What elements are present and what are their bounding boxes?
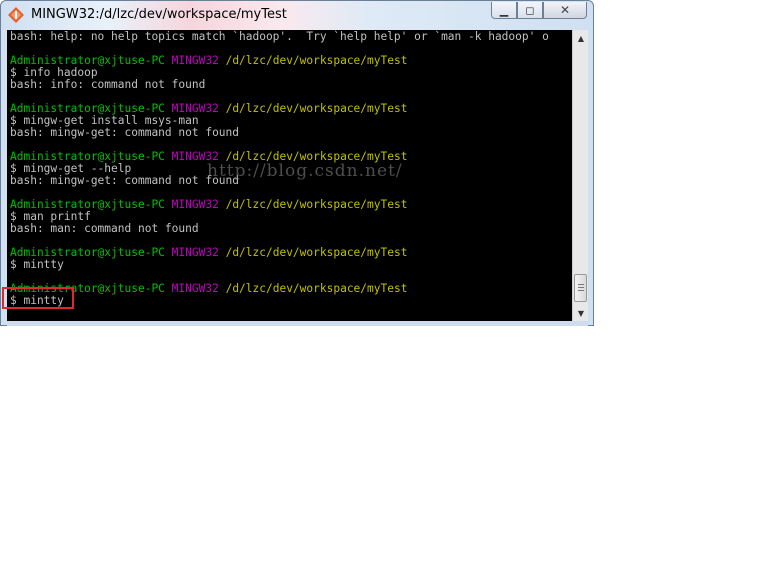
minimize-button[interactable]: ▁ (491, 2, 517, 19)
maximize-icon: ◻ (525, 3, 535, 17)
window-bottom-frame (7, 321, 588, 326)
prompt-host: MINGW32 (171, 198, 219, 211)
scroll-thumb[interactable] (574, 274, 587, 302)
output-line: bash: mingw-get: command not found (10, 126, 240, 139)
vertical-scrollbar[interactable]: ▲ ▼ (572, 30, 588, 321)
prompt-path: /d/lzc/dev/workspace/myTest (225, 198, 408, 211)
watermark: http://blog.csdn.net/ (207, 161, 403, 181)
app-icon[interactable] (7, 6, 25, 24)
prompt-path: /d/lzc/dev/workspace/myTest (225, 102, 408, 115)
prompt-path: /d/lzc/dev/workspace/myTest (225, 282, 408, 295)
maximize-button[interactable]: ◻ (517, 2, 543, 19)
prompt-path: /d/lzc/dev/workspace/myTest (225, 246, 408, 259)
command-line: $ mintty (10, 294, 64, 307)
prompt-host: MINGW32 (171, 54, 219, 67)
prompt-line: Administrator@xjtuse-PC MINGW32 /d/lzc/d… (10, 283, 572, 295)
close-button[interactable]: ✕ (543, 2, 587, 19)
prompt-host: MINGW32 (171, 246, 219, 259)
window-title: MINGW32:/d/lzc/dev/workspace/myTest (31, 7, 287, 22)
output-line: bash: man: command not found (10, 222, 199, 235)
terminal-line: bash: help: no help topics match `hadoop… (10, 30, 549, 43)
scroll-down-icon[interactable]: ▼ (573, 305, 589, 321)
prompt-line: Administrator@xjtuse-PC MINGW32 /d/lzc/d… (10, 247, 572, 259)
terminal-window: MINGW32:/d/lzc/dev/workspace/myTest ▁ ◻ … (0, 0, 594, 326)
prompt-path: /d/lzc/dev/workspace/myTest (225, 54, 408, 67)
output-line: bash: info: command not found (10, 78, 206, 91)
command-line: $ mintty (10, 258, 64, 271)
caption-buttons: ▁ ◻ ✕ (491, 2, 587, 20)
minimize-icon: ▁ (499, 3, 509, 17)
highlight-box (2, 287, 74, 309)
title-bar[interactable]: MINGW32:/d/lzc/dev/workspace/myTest ▁ ◻ … (1, 1, 593, 29)
terminal-output[interactable]: bash: help: no help topics match `hadoop… (7, 30, 572, 321)
scroll-up-icon[interactable]: ▲ (573, 30, 589, 46)
close-icon: ✕ (559, 3, 571, 17)
prompt-line: Administrator@xjtuse-PC MINGW32 /d/lzc/d… (10, 199, 572, 211)
prompt-host: MINGW32 (171, 282, 219, 295)
